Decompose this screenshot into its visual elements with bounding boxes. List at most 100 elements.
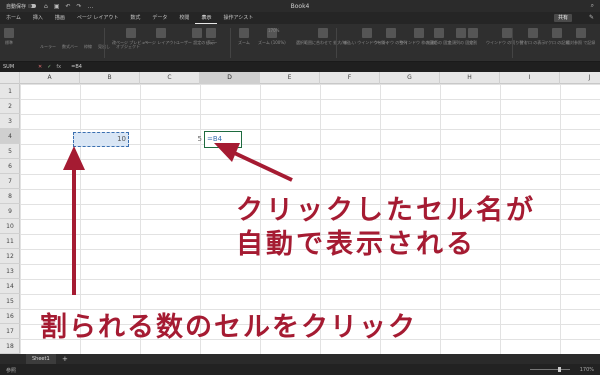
ribbon-button[interactable]: 分割: [468, 28, 478, 45]
cell-c4[interactable]: 5: [144, 132, 204, 147]
zoom-slider[interactable]: [530, 367, 570, 372]
row-header[interactable]: 11: [0, 234, 20, 249]
checkbox[interactable]: 枠線: [84, 44, 92, 49]
ribbon-tab[interactable]: 挿入: [27, 12, 49, 24]
autosave[interactable]: 自動保存: [6, 3, 37, 10]
ribbon-separator: [230, 28, 231, 58]
ribbon-button-icon: [361, 28, 372, 38]
row-header[interactable]: 13: [0, 264, 20, 279]
row-header[interactable]: 9: [0, 204, 20, 219]
ribbon-tab[interactable]: ページ レイアウト: [71, 12, 125, 24]
ribbon-button-icon: [191, 28, 202, 38]
cell-d4-active[interactable]: =B4: [204, 131, 242, 148]
column-header[interactable]: G: [380, 72, 440, 84]
undo-icon[interactable]: ↶: [66, 3, 71, 10]
ribbon-button-label: ズーム (100%): [258, 40, 286, 45]
ribbon-button-label: ページ レイアウト: [144, 40, 178, 45]
home-icon[interactable]: ⌂: [44, 3, 48, 10]
ribbon-tab[interactable]: ホーム: [0, 12, 27, 24]
column-header[interactable]: D: [200, 72, 260, 84]
ribbon-tab[interactable]: 表示: [195, 12, 218, 24]
formula-bar: SUM ✕ ✓ fx =B4: [0, 62, 600, 72]
column-header[interactable]: A: [20, 72, 80, 84]
fx-icon[interactable]: fx: [56, 64, 61, 70]
ribbon-button-icon: [433, 28, 444, 38]
ribbon-button[interactable]: 標準: [4, 28, 14, 45]
row-header[interactable]: 8: [0, 189, 20, 204]
ribbon-button[interactable]: 表示: [206, 28, 216, 45]
title-bar: 自動保存 ⌂ ▣ ↶ ↷ … Book4 ⌕: [0, 0, 600, 12]
column-header[interactable]: H: [440, 72, 500, 84]
ribbon-button-label: 相対参照 で記録: [566, 40, 596, 45]
row-header[interactable]: 15: [0, 294, 20, 309]
ribbon-button[interactable]: ズーム: [238, 28, 250, 45]
zoom-level[interactable]: 170%: [580, 367, 594, 373]
row-headers: 1 2 3 4 5 6 7 8 9 10 11 12 13 14 15 16 17 18: [0, 84, 20, 354]
ribbon-button-icon: [318, 28, 329, 38]
cell-b4[interactable]: 10: [73, 132, 129, 147]
ribbon-button-label: 選択範囲に合わせて 拡大/縮小: [296, 40, 351, 45]
row-header[interactable]: 18: [0, 339, 20, 354]
ribbon-button-label: マクロ の表示: [520, 40, 546, 45]
ribbon-tab[interactable]: 校閲: [173, 12, 195, 24]
share-button[interactable]: 共有: [553, 14, 572, 22]
column-header[interactable]: I: [500, 72, 560, 84]
row-header[interactable]: 2: [0, 99, 20, 114]
ribbon-button[interactable]: 選択範囲に合わせて 拡大/縮小: [296, 28, 351, 45]
ribbon-button-icon: [238, 28, 249, 38]
ribbon-tab[interactable]: 操作アシスト: [217, 12, 259, 24]
column-headers: ABCDEFGHIJ: [0, 72, 600, 84]
search-icon[interactable]: ⌕: [591, 2, 594, 10]
column-header[interactable]: J: [560, 72, 600, 84]
row-header[interactable]: 6: [0, 159, 20, 174]
row-header[interactable]: 7: [0, 174, 20, 189]
add-sheet-button[interactable]: +: [62, 354, 68, 364]
ribbon-tab[interactable]: 描画: [49, 12, 71, 24]
more-icon[interactable]: …: [88, 3, 94, 10]
row-header[interactable]: 16: [0, 309, 20, 324]
ribbon: 標準 改ページ プレビュー ページ レイアウト ユーザー 設定のビュー 表示 ズーム ズーム…: [0, 24, 600, 62]
checkbox[interactable]: オブジェクト: [116, 44, 140, 49]
formula-input[interactable]: =B4: [71, 64, 82, 70]
column-header[interactable]: E: [260, 72, 320, 84]
column-header[interactable]: F: [320, 72, 380, 84]
zoom-combo[interactable]: 170%: [268, 28, 279, 33]
cancel-icon[interactable]: ✕: [38, 64, 42, 70]
checkbox[interactable]: ルーラー: [40, 44, 56, 49]
save-icon[interactable]: ▣: [54, 3, 60, 10]
annotation-line-3: 割られる数のセルをクリック: [40, 312, 417, 343]
ribbon-button-icon: [155, 28, 166, 38]
ribbon-separator: [512, 28, 513, 58]
ribbon-button[interactable]: ページ レイアウト: [144, 28, 177, 45]
row-header[interactable]: 3: [0, 114, 20, 129]
checkbox[interactable]: 数式バー: [62, 44, 78, 49]
ribbon-button-icon: [527, 28, 538, 38]
ribbon-button[interactable]: 相対参照 で記録: [566, 28, 595, 45]
row-header[interactable]: 17: [0, 324, 20, 339]
ribbon-button-icon: [551, 28, 562, 38]
show-checkboxes: ルーラー数式バー枠線見出しオブジェクト: [40, 44, 146, 50]
sheet-tab[interactable]: Sheet1: [26, 354, 56, 364]
column-header[interactable]: C: [140, 72, 200, 84]
redo-icon[interactable]: ↷: [77, 3, 82, 10]
ribbon-tab[interactable]: データ: [146, 12, 173, 24]
row-header[interactable]: 4: [0, 129, 20, 144]
ribbon-button-icon: [206, 28, 216, 38]
row-header[interactable]: 1: [0, 84, 20, 99]
column-header[interactable]: B: [80, 72, 140, 84]
status-bar: 参照 170%: [0, 364, 600, 375]
row-header[interactable]: 12: [0, 249, 20, 264]
ribbon-tab[interactable]: 数式: [124, 12, 146, 24]
row-header[interactable]: 5: [0, 144, 20, 159]
ribbon-button[interactable]: マクロ の表示: [520, 28, 545, 45]
ribbon-separator: [104, 28, 105, 58]
select-all-corner[interactable]: [0, 72, 20, 84]
name-box[interactable]: SUM: [0, 64, 34, 70]
ribbon-button-label: 分割: [469, 40, 477, 45]
enter-icon[interactable]: ✓: [47, 64, 51, 70]
ribbon-button-icon: [455, 28, 466, 38]
row-header[interactable]: 14: [0, 279, 20, 294]
row-header[interactable]: 10: [0, 219, 20, 234]
comment-icon[interactable]: ✎: [589, 14, 594, 21]
autosave-toggle[interactable]: [28, 4, 37, 8]
